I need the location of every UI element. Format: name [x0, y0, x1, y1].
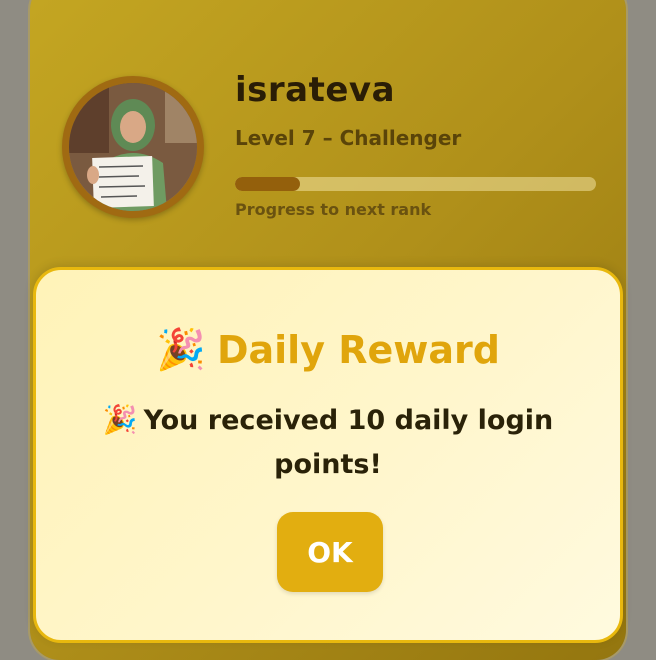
modal-title: Daily Reward: [216, 327, 500, 372]
party-popper-icon: 🎉: [156, 327, 206, 373]
rank-progress-bar: [235, 177, 596, 191]
username: israteva: [235, 70, 396, 110]
reward-message-text: You received 10 daily login points!: [143, 405, 554, 480]
modal-title-row: 🎉 Daily Reward: [36, 326, 620, 373]
rank-progress-fill: [235, 177, 300, 191]
modal-message: 🎉 You received 10 daily login points!: [96, 398, 560, 487]
person-photo-icon: [69, 83, 197, 211]
level-label: Level 7 – Challenger: [235, 126, 462, 150]
party-popper-icon: 🎉: [102, 403, 138, 436]
avatar: [62, 76, 204, 218]
avatar-photo: [69, 83, 197, 211]
ok-button[interactable]: OK: [277, 512, 383, 592]
progress-label: Progress to next rank: [235, 200, 432, 219]
daily-reward-modal: 🎉 Daily Reward 🎉 You received 10 daily lo…: [33, 267, 623, 643]
